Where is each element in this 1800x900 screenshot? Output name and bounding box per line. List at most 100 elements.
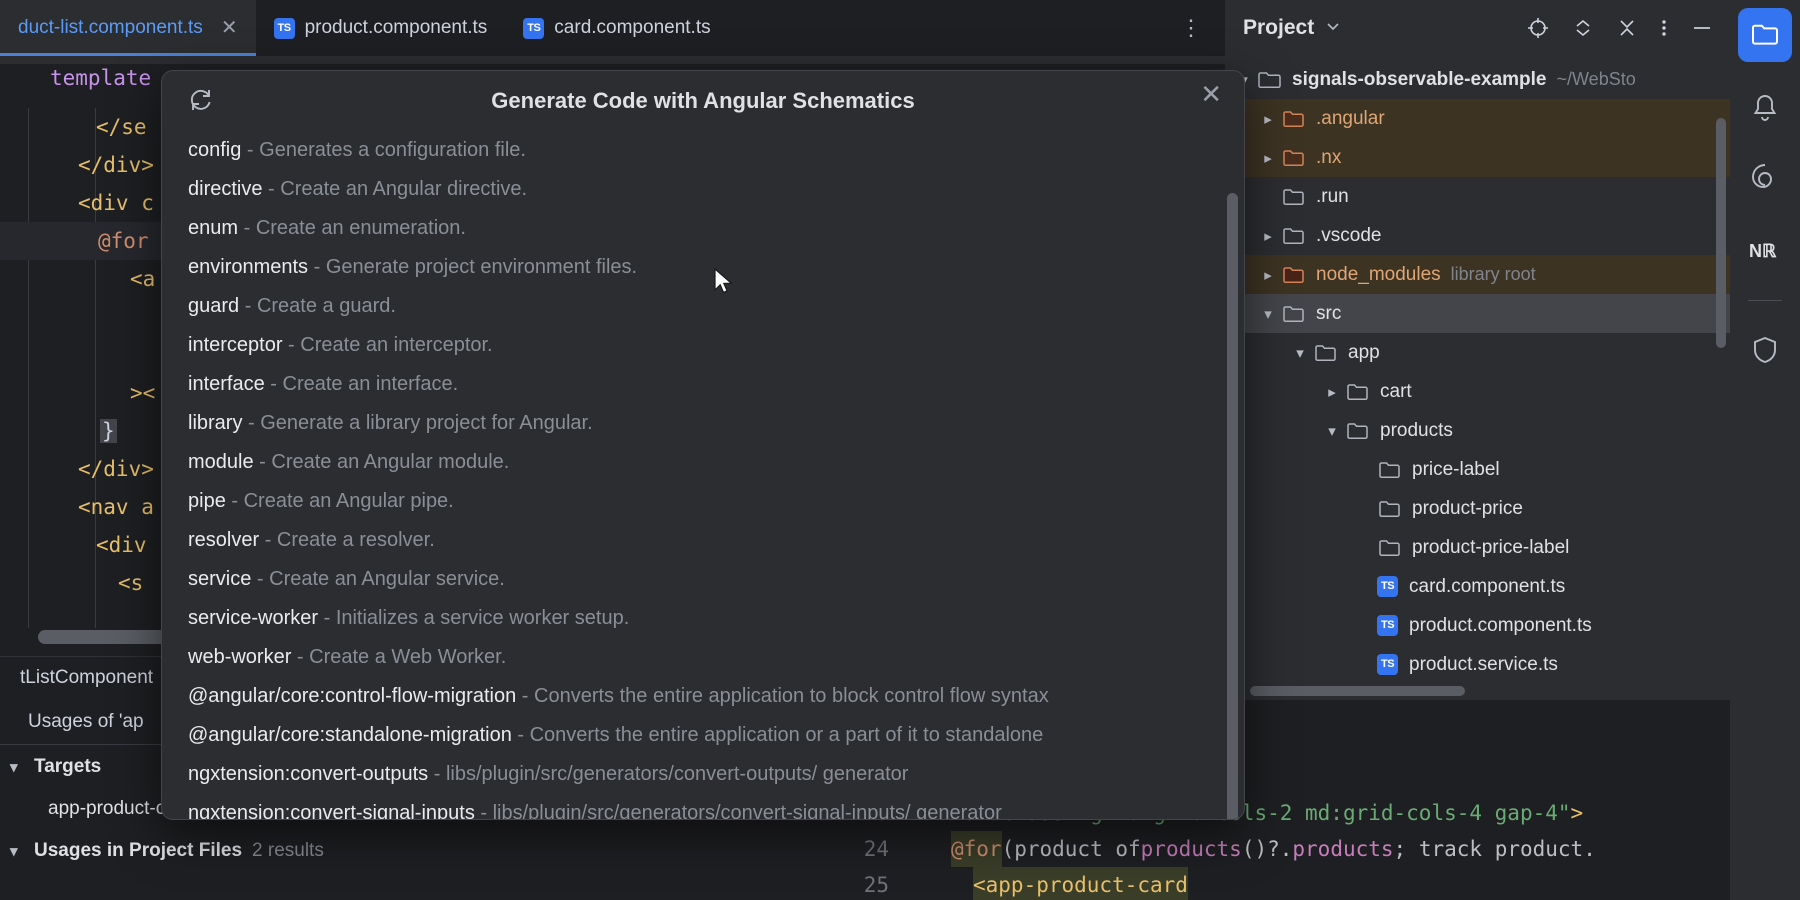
chevron-right-icon[interactable]: ▸ bbox=[1255, 227, 1281, 245]
right-tool-rail: Nℝ bbox=[1730, 0, 1800, 900]
tab-label: product.component.ts bbox=[304, 17, 488, 38]
usages-group-label: Usages in Project Files bbox=[34, 840, 243, 861]
project-file-tree[interactable]: ▾ signals-observable-example ~/WebSto ▸ … bbox=[1225, 56, 1730, 684]
tab-overflow-menu-icon[interactable]: ⋮ bbox=[1158, 17, 1225, 39]
project-icon[interactable] bbox=[1738, 8, 1792, 62]
dialog-vertical-scrollbar[interactable] bbox=[1227, 193, 1238, 819]
list-item[interactable]: guard - Create a guard. bbox=[188, 287, 1244, 326]
tab-product-component[interactable]: TS product.component.ts bbox=[256, 0, 506, 56]
notifications-bell-icon[interactable] bbox=[1738, 80, 1792, 134]
shield-icon[interactable] bbox=[1738, 323, 1792, 377]
editor-top-strip bbox=[0, 56, 1225, 64]
ts-file-icon: TS bbox=[1377, 576, 1398, 597]
minimize-icon[interactable] bbox=[1690, 17, 1714, 39]
nx-icon[interactable]: Nℝ bbox=[1738, 224, 1792, 278]
tree-label: node_modules bbox=[1316, 263, 1441, 285]
tree-row[interactable]: TS card.component.ts bbox=[1225, 567, 1730, 606]
list-item[interactable]: pipe - Create an Angular pipe. bbox=[188, 482, 1244, 521]
dialog-title: Generate Code with Angular Schematics bbox=[491, 88, 915, 113]
list-item[interactable]: service-worker - Initializes a service w… bbox=[188, 599, 1244, 638]
project-vertical-scrollbar[interactable] bbox=[1716, 118, 1726, 348]
chevron-down-icon[interactable]: ▾ bbox=[1255, 305, 1281, 323]
schematics-list[interactable]: config - Generates a configuration file.… bbox=[162, 131, 1244, 819]
tree-row[interactable]: product-price bbox=[1225, 489, 1730, 528]
list-item[interactable]: enum - Create an enumeration. bbox=[188, 209, 1244, 248]
tree-row-selected[interactable]: ▾ src bbox=[1225, 294, 1730, 333]
tree-row[interactable]: ▾ products bbox=[1225, 411, 1730, 450]
list-item[interactable]: interceptor - Create an interceptor. bbox=[188, 326, 1244, 365]
list-item[interactable]: @angular/core:control-flow-migration - C… bbox=[188, 677, 1244, 716]
tab-label: duct-list.component.ts bbox=[18, 17, 203, 38]
tree-tail: ~/WebSto bbox=[1556, 69, 1636, 89]
list-item[interactable]: ngxtension:convert-outputs - libs/plugin… bbox=[188, 755, 1244, 794]
close-icon[interactable]: ✕ bbox=[1200, 81, 1222, 107]
list-item[interactable]: config - Generates a configuration file. bbox=[188, 131, 1244, 170]
chevron-down-icon[interactable]: ▾ bbox=[1319, 422, 1345, 440]
chevron-right-icon[interactable]: ▸ bbox=[1319, 383, 1345, 401]
ts-file-icon: TS bbox=[273, 17, 295, 39]
tree-label: .run bbox=[1316, 185, 1349, 207]
project-horizontal-scrollbar[interactable] bbox=[1250, 686, 1465, 696]
list-item[interactable]: ngxtension:convert-signal-inputs - libs/… bbox=[188, 794, 1244, 819]
chevron-down-icon: ▾ bbox=[10, 759, 18, 776]
tree-label: product-price bbox=[1412, 497, 1523, 519]
list-item[interactable]: resolver - Create a resolver. bbox=[188, 521, 1244, 560]
list-item[interactable]: service - Create an Angular service. bbox=[188, 560, 1244, 599]
tree-row[interactable]: ▸ .vscode bbox=[1225, 216, 1730, 255]
chevron-right-icon[interactable]: ▸ bbox=[1255, 149, 1281, 167]
folder-icon bbox=[1281, 109, 1307, 129]
tree-label: card.component.ts bbox=[1409, 575, 1566, 597]
tree-row[interactable]: ▸ node_modules library root bbox=[1225, 255, 1730, 294]
tree-row[interactable]: TS product.service.ts bbox=[1225, 645, 1730, 684]
list-item[interactable]: web-worker - Create a Web Worker. bbox=[188, 638, 1244, 677]
folder-icon bbox=[1281, 148, 1307, 168]
rail-divider bbox=[1748, 300, 1782, 301]
tree-label: product-price-label bbox=[1412, 536, 1570, 558]
collapse-all-icon[interactable] bbox=[1616, 17, 1638, 39]
options-menu-icon[interactable] bbox=[1660, 17, 1668, 39]
folder-icon bbox=[1377, 499, 1403, 519]
ts-file-icon: TS bbox=[1377, 615, 1398, 636]
tree-row[interactable]: ▾ app bbox=[1225, 333, 1730, 372]
chevron-down-icon[interactable]: ▾ bbox=[1287, 344, 1313, 362]
tree-row[interactable]: ▸ .nx bbox=[1225, 138, 1730, 177]
refresh-icon[interactable] bbox=[186, 85, 216, 120]
tree-row[interactable]: ▸ .angular bbox=[1225, 99, 1730, 138]
tab-label: card.component.ts bbox=[554, 17, 711, 38]
tree-row[interactable]: product-price-label bbox=[1225, 528, 1730, 567]
list-item[interactable]: module - Create an Angular module. bbox=[188, 443, 1244, 482]
tree-label: cart bbox=[1380, 380, 1412, 402]
tree-row[interactable]: ▾ signals-observable-example ~/WebSto bbox=[1225, 60, 1730, 99]
list-item[interactable]: interface - Create an interface. bbox=[188, 365, 1244, 404]
tree-row[interactable]: ▸ cart bbox=[1225, 372, 1730, 411]
list-item[interactable]: directive - Create an Angular directive. bbox=[188, 170, 1244, 209]
close-icon[interactable]: ✕ bbox=[221, 18, 238, 38]
tree-label: app bbox=[1348, 341, 1380, 363]
folder-icon bbox=[1345, 421, 1371, 441]
folder-icon bbox=[1313, 343, 1339, 363]
tree-row[interactable]: price-label bbox=[1225, 450, 1730, 489]
chevron-down-icon: ▾ bbox=[10, 843, 18, 860]
chevron-right-icon[interactable]: ▸ bbox=[1255, 266, 1281, 284]
folder-icon bbox=[1377, 538, 1403, 558]
folder-icon bbox=[1257, 70, 1283, 90]
generate-code-dialog: Generate Code with Angular Schematics ✕ … bbox=[161, 70, 1245, 820]
folder-icon bbox=[1281, 187, 1307, 207]
tree-label: product.component.ts bbox=[1409, 614, 1592, 636]
tree-label: .angular bbox=[1316, 107, 1385, 129]
tab-product-list-component[interactable]: duct-list.component.ts ✕ bbox=[0, 0, 256, 56]
spiral-icon[interactable] bbox=[1738, 152, 1792, 206]
tab-card-component[interactable]: TS card.component.ts bbox=[505, 0, 728, 56]
list-item[interactable]: @angular/core:standalone-migration - Con… bbox=[188, 716, 1244, 755]
locate-icon[interactable] bbox=[1526, 16, 1550, 40]
list-item[interactable]: library - Generate a library project for… bbox=[188, 404, 1244, 443]
list-item[interactable]: environments - Generate project environm… bbox=[188, 248, 1244, 287]
tree-row[interactable]: TS product.component.ts bbox=[1225, 606, 1730, 645]
tree-label: price-label bbox=[1412, 458, 1500, 480]
expand-collapse-icon[interactable] bbox=[1572, 17, 1594, 39]
tree-row[interactable]: .run bbox=[1225, 177, 1730, 216]
tree-label: .nx bbox=[1316, 146, 1342, 168]
chevron-right-icon[interactable]: ▸ bbox=[1255, 110, 1281, 128]
chevron-down-icon[interactable] bbox=[1324, 17, 1342, 40]
ts-file-icon: TS bbox=[523, 17, 545, 39]
